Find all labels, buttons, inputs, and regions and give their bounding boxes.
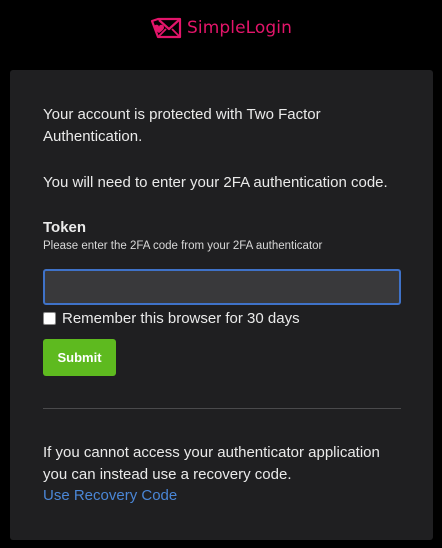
instruction-text: You will need to enter your 2FA authenti… [43,174,388,191]
recovery-text: If you cannot access your authenticator … [43,444,380,483]
intro-text: Your account is protected with Two Facto… [43,106,321,145]
page: SimpleLogin Your account is protected wi… [0,0,442,548]
token-input[interactable] [43,269,401,305]
brand-logo[interactable]: SimpleLogin [0,15,442,41]
token-label: Token [43,219,87,236]
brand-name: SimpleLogin [186,18,292,38]
envelope-heart-icon [150,15,184,41]
divider [43,408,401,409]
remember-browser-checkbox[interactable] [43,312,56,325]
token-help-text: Please enter the 2FA code from your 2FA … [43,240,323,252]
remember-browser-row[interactable]: Remember this browser for 30 days [43,310,300,327]
submit-button[interactable]: Submit [43,339,116,376]
remember-browser-label: Remember this browser for 30 days [62,310,300,327]
use-recovery-code-link[interactable]: Use Recovery Code [43,487,177,504]
two-factor-card: Your account is protected with Two Facto… [10,70,433,540]
